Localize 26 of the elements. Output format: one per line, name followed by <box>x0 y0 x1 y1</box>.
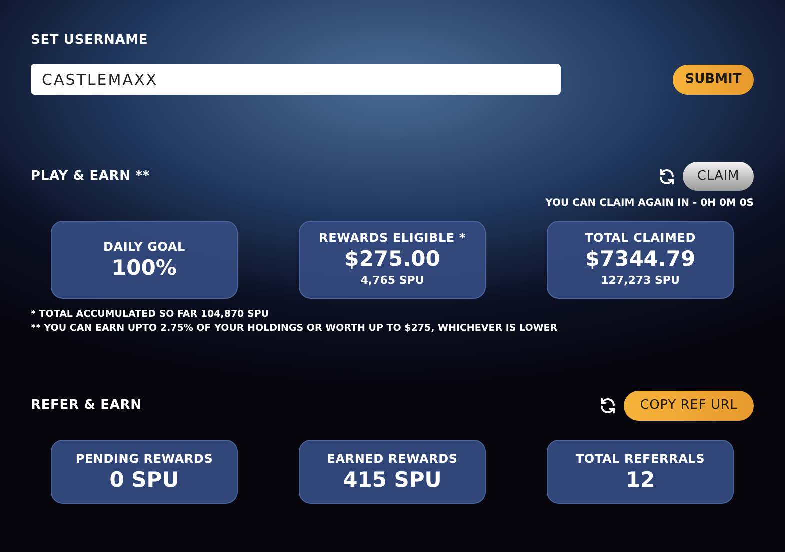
stat-label: DAILY GOAL <box>103 239 186 255</box>
section-title: REFER & EARN <box>31 397 142 416</box>
stat-value: 12 <box>626 467 656 493</box>
stat-value: 100% <box>112 255 177 281</box>
username-field[interactable]: CASTLEMAXX <box>31 64 561 95</box>
stat-value: 415 SPU <box>343 467 442 493</box>
stat-value: $7344.79 <box>585 246 696 272</box>
section-title: PLAY & EARN ** <box>31 168 150 186</box>
section-title: SET USERNAME <box>31 33 150 49</box>
stat-label: TOTAL CLAIMED <box>585 230 696 246</box>
footnote: ** YOU CAN EARN UPTO 2.75% OF YOUR HOLDINGS OR WORTH UP TO $275, WHICHEVER IS LOWER <box>31 322 559 336</box>
stat-label: EARNED REWARDS <box>327 451 458 467</box>
stat-value: $275.00 <box>344 246 440 272</box>
stat-label: REWARDS ELIGIBLE * <box>319 230 466 246</box>
refresh-icon[interactable] <box>658 168 676 186</box>
refresh-icon[interactable] <box>599 397 617 415</box>
footnote: * TOTAL ACCUMULATED SO FAR 104,870 SPU <box>31 308 270 322</box>
copy-ref-url-button[interactable]: COPY REF URL <box>624 391 754 421</box>
stat-label: PENDING REWARDS <box>76 451 214 467</box>
claim-button[interactable]: CLAIM <box>683 162 754 191</box>
stat-subvalue: 127,273 SPU <box>601 273 680 289</box>
submit-button[interactable]: SUBMIT <box>673 64 754 94</box>
claim-countdown: YOU CAN CLAIM AGAIN IN - 0H 0M 0S <box>546 197 754 211</box>
stat-label: TOTAL REFERRALS <box>576 451 706 467</box>
stat-subvalue: 4,765 SPU <box>360 273 424 289</box>
stat-value: 0 SPU <box>110 467 180 493</box>
